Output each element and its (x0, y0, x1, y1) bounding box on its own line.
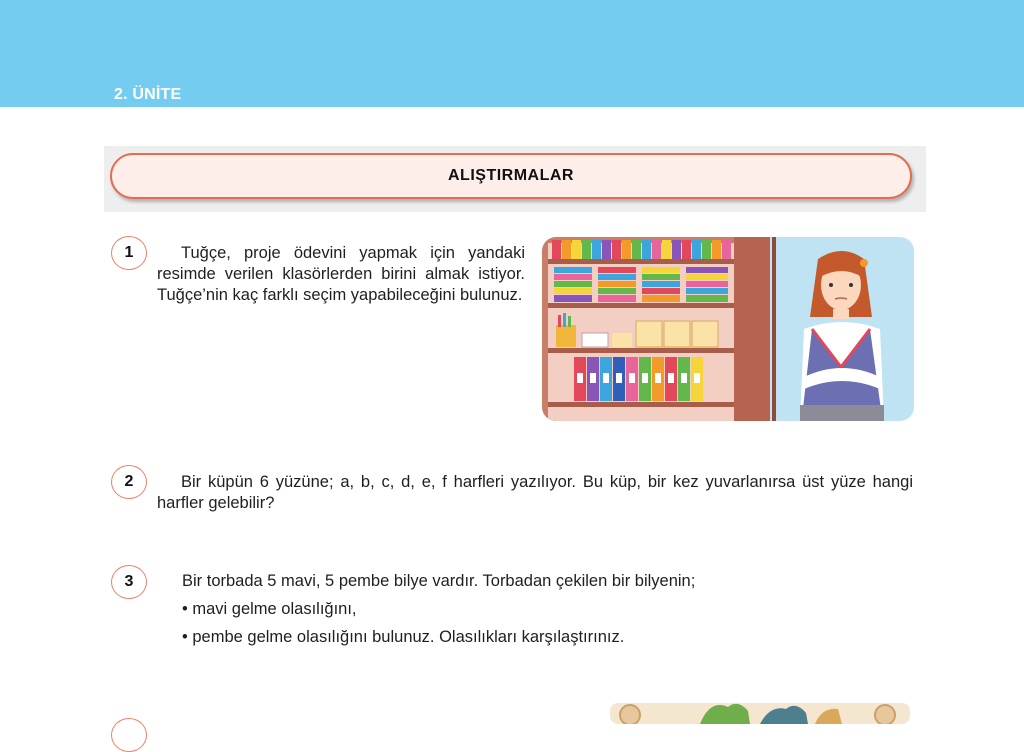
question-1-text: Tuğçe, proje ödevini yapmak için yandaki… (157, 244, 525, 304)
question-3-bullet-2: • pembe gelme olasılığını bulunuz. Olası… (182, 628, 625, 646)
question-3-text: Bir torbada 5 mavi, 5 pembe bilye vardır… (182, 572, 696, 590)
section-title-banner: ALIŞTIRMALAR (110, 153, 912, 199)
section-title: ALIŞTIRMALAR (448, 167, 574, 184)
question-number-4-partial (111, 718, 147, 752)
bottom-illustration-partial (610, 697, 910, 724)
question-number-1: 1 (111, 236, 147, 270)
unit-label: 2. ÜNİTE (114, 86, 182, 103)
question-3-bullet-1: • mavi gelme olasılığını, (182, 600, 357, 618)
bookshelf-girl-illustration (542, 237, 914, 421)
question-number-2: 2 (111, 465, 147, 499)
question-2-text: Bir küpün 6 yüzüne; a, b, c, d, e, f har… (157, 473, 913, 512)
question-number-3: 3 (111, 565, 147, 599)
